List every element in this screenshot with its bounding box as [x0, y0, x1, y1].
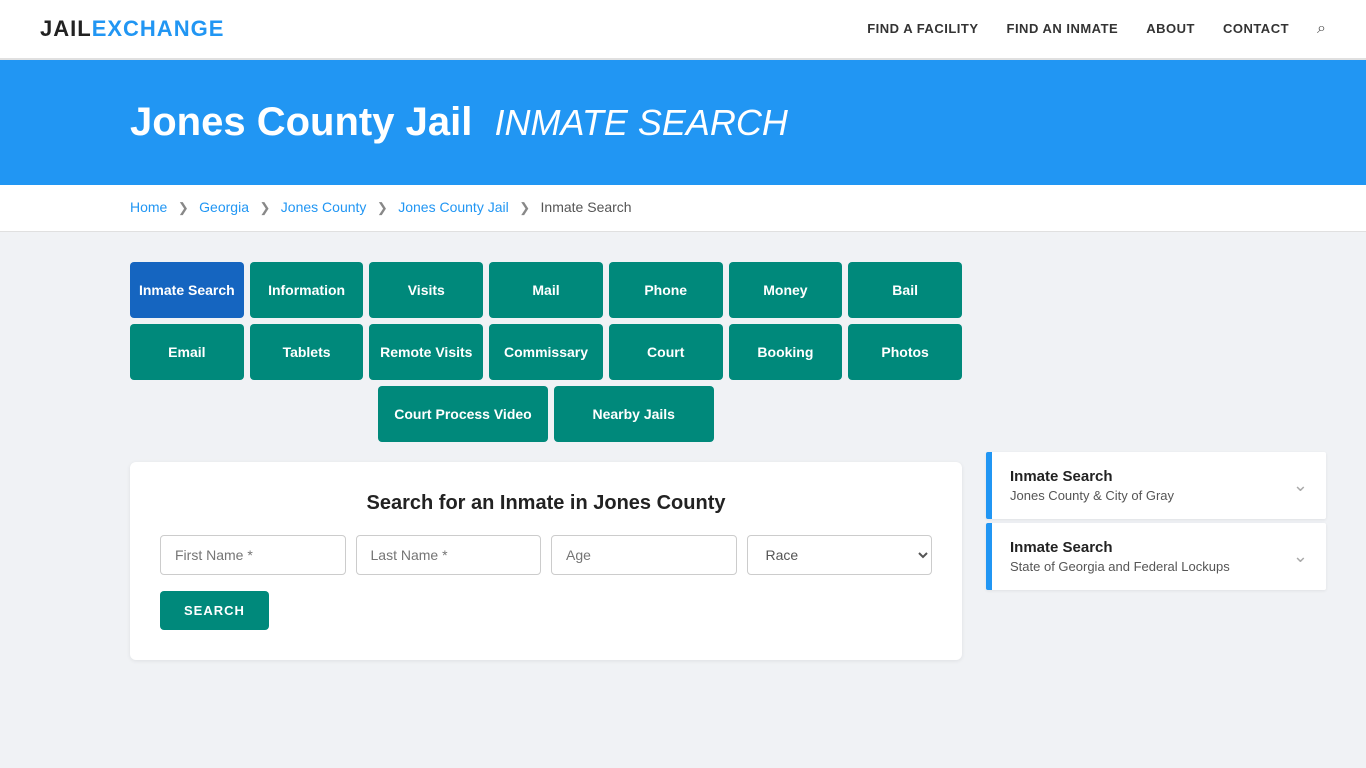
- tab-email[interactable]: Email: [130, 324, 244, 380]
- nav-link-inmate[interactable]: FIND AN INMATE: [1007, 21, 1119, 36]
- breadcrumb: Home ❯ Georgia ❯ Jones County ❯ Jones Co…: [0, 185, 1366, 232]
- tab-money[interactable]: Money: [729, 262, 843, 318]
- tab-inmate-search[interactable]: Inmate Search: [130, 262, 244, 318]
- age-input[interactable]: [551, 535, 737, 575]
- search-form-box: Search for an Inmate in Jones County Rac…: [130, 462, 962, 660]
- tabs-row2: Email Tablets Remote Visits Commissary C…: [130, 324, 962, 380]
- tab-bail[interactable]: Bail: [848, 262, 962, 318]
- nav-link-contact[interactable]: CONTACT: [1223, 21, 1289, 36]
- nav-search-icon-item[interactable]: ⌕: [1317, 20, 1326, 38]
- sidebar-card-georgia-text: Inmate Search State of Georgia and Feder…: [1010, 539, 1230, 574]
- nav-item-contact[interactable]: CONTACT: [1223, 20, 1289, 38]
- tab-photos[interactable]: Photos: [848, 324, 962, 380]
- last-name-input[interactable]: [356, 535, 542, 575]
- tab-booking[interactable]: Booking: [729, 324, 843, 380]
- tab-visits[interactable]: Visits: [369, 262, 483, 318]
- breadcrumb-jones-county-jail[interactable]: Jones County Jail: [398, 199, 509, 215]
- breadcrumb-jones-county[interactable]: Jones County: [281, 199, 367, 215]
- breadcrumb-current: Inmate Search: [541, 199, 632, 215]
- tab-mail[interactable]: Mail: [489, 262, 603, 318]
- search-form-title: Search for an Inmate in Jones County: [160, 492, 932, 515]
- form-row-inputs: Race White Black Hispanic Asian Other: [160, 535, 932, 575]
- sidebar-card-georgia[interactable]: Inmate Search State of Georgia and Feder…: [986, 523, 1326, 590]
- hero-title-main: Jones County Jail: [130, 100, 472, 144]
- chevron-down-icon: ⌄: [1293, 475, 1308, 496]
- nav-link-about[interactable]: ABOUT: [1146, 21, 1195, 36]
- logo[interactable]: JAILEXCHANGE: [40, 16, 224, 42]
- hero-section: Jones County Jail INMATE SEARCH: [0, 60, 1366, 185]
- logo-jail: JAIL: [40, 16, 92, 41]
- logo-exchange: EXCHANGE: [92, 16, 225, 41]
- race-select[interactable]: Race White Black Hispanic Asian Other: [747, 535, 933, 575]
- tab-court[interactable]: Court: [609, 324, 723, 380]
- left-column: Inmate Search Information Visits Mail Ph…: [130, 262, 962, 660]
- page-title: Jones County Jail INMATE SEARCH: [130, 100, 1326, 145]
- nav-links: FIND A FACILITY FIND AN INMATE ABOUT CON…: [867, 20, 1326, 38]
- search-button[interactable]: SEARCH: [160, 591, 269, 630]
- breadcrumb-sep-4: ❯: [519, 200, 530, 215]
- right-sidebar: Inmate Search Jones County & City of Gra…: [986, 452, 1326, 590]
- first-name-input[interactable]: [160, 535, 346, 575]
- tab-information[interactable]: Information: [250, 262, 364, 318]
- sidebar-card-jones-text: Inmate Search Jones County & City of Gra…: [1010, 468, 1174, 503]
- sidebar-card-jones-county[interactable]: Inmate Search Jones County & City of Gra…: [986, 452, 1326, 519]
- breadcrumb-georgia[interactable]: Georgia: [199, 199, 249, 215]
- search-icon[interactable]: ⌕: [1317, 20, 1326, 37]
- tab-commissary[interactable]: Commissary: [489, 324, 603, 380]
- tab-remote-visits[interactable]: Remote Visits: [369, 324, 483, 380]
- sidebar-card-georgia-subtitle: State of Georgia and Federal Lockups: [1010, 559, 1230, 574]
- nav-link-facility[interactable]: FIND A FACILITY: [867, 21, 978, 36]
- nav-item-about[interactable]: ABOUT: [1146, 20, 1195, 38]
- chevron-down-icon-2: ⌄: [1293, 546, 1308, 567]
- breadcrumb-sep-1: ❯: [178, 200, 189, 215]
- tab-court-process-video[interactable]: Court Process Video: [378, 386, 547, 442]
- navbar: JAILEXCHANGE FIND A FACILITY FIND AN INM…: [0, 0, 1366, 60]
- main-content: Inmate Search Information Visits Mail Ph…: [0, 232, 1366, 690]
- tab-nearby-jails[interactable]: Nearby Jails: [554, 386, 714, 442]
- sidebar-card-jones-subtitle: Jones County & City of Gray: [1010, 488, 1174, 503]
- nav-item-facility[interactable]: FIND A FACILITY: [867, 20, 978, 38]
- breadcrumb-home[interactable]: Home: [130, 199, 167, 215]
- sidebar-card-georgia-title: Inmate Search: [1010, 539, 1230, 556]
- breadcrumb-sep-3: ❯: [377, 200, 388, 215]
- hero-title-sub: INMATE SEARCH: [495, 102, 788, 143]
- tabs-row1: Inmate Search Information Visits Mail Ph…: [130, 262, 962, 318]
- tabs-row3: Court Process Video Nearby Jails: [130, 386, 962, 442]
- tab-phone[interactable]: Phone: [609, 262, 723, 318]
- breadcrumb-sep-2: ❯: [259, 200, 270, 215]
- sidebar-card-jones-title: Inmate Search: [1010, 468, 1174, 485]
- nav-item-inmate[interactable]: FIND AN INMATE: [1007, 20, 1119, 38]
- tab-tablets[interactable]: Tablets: [250, 324, 364, 380]
